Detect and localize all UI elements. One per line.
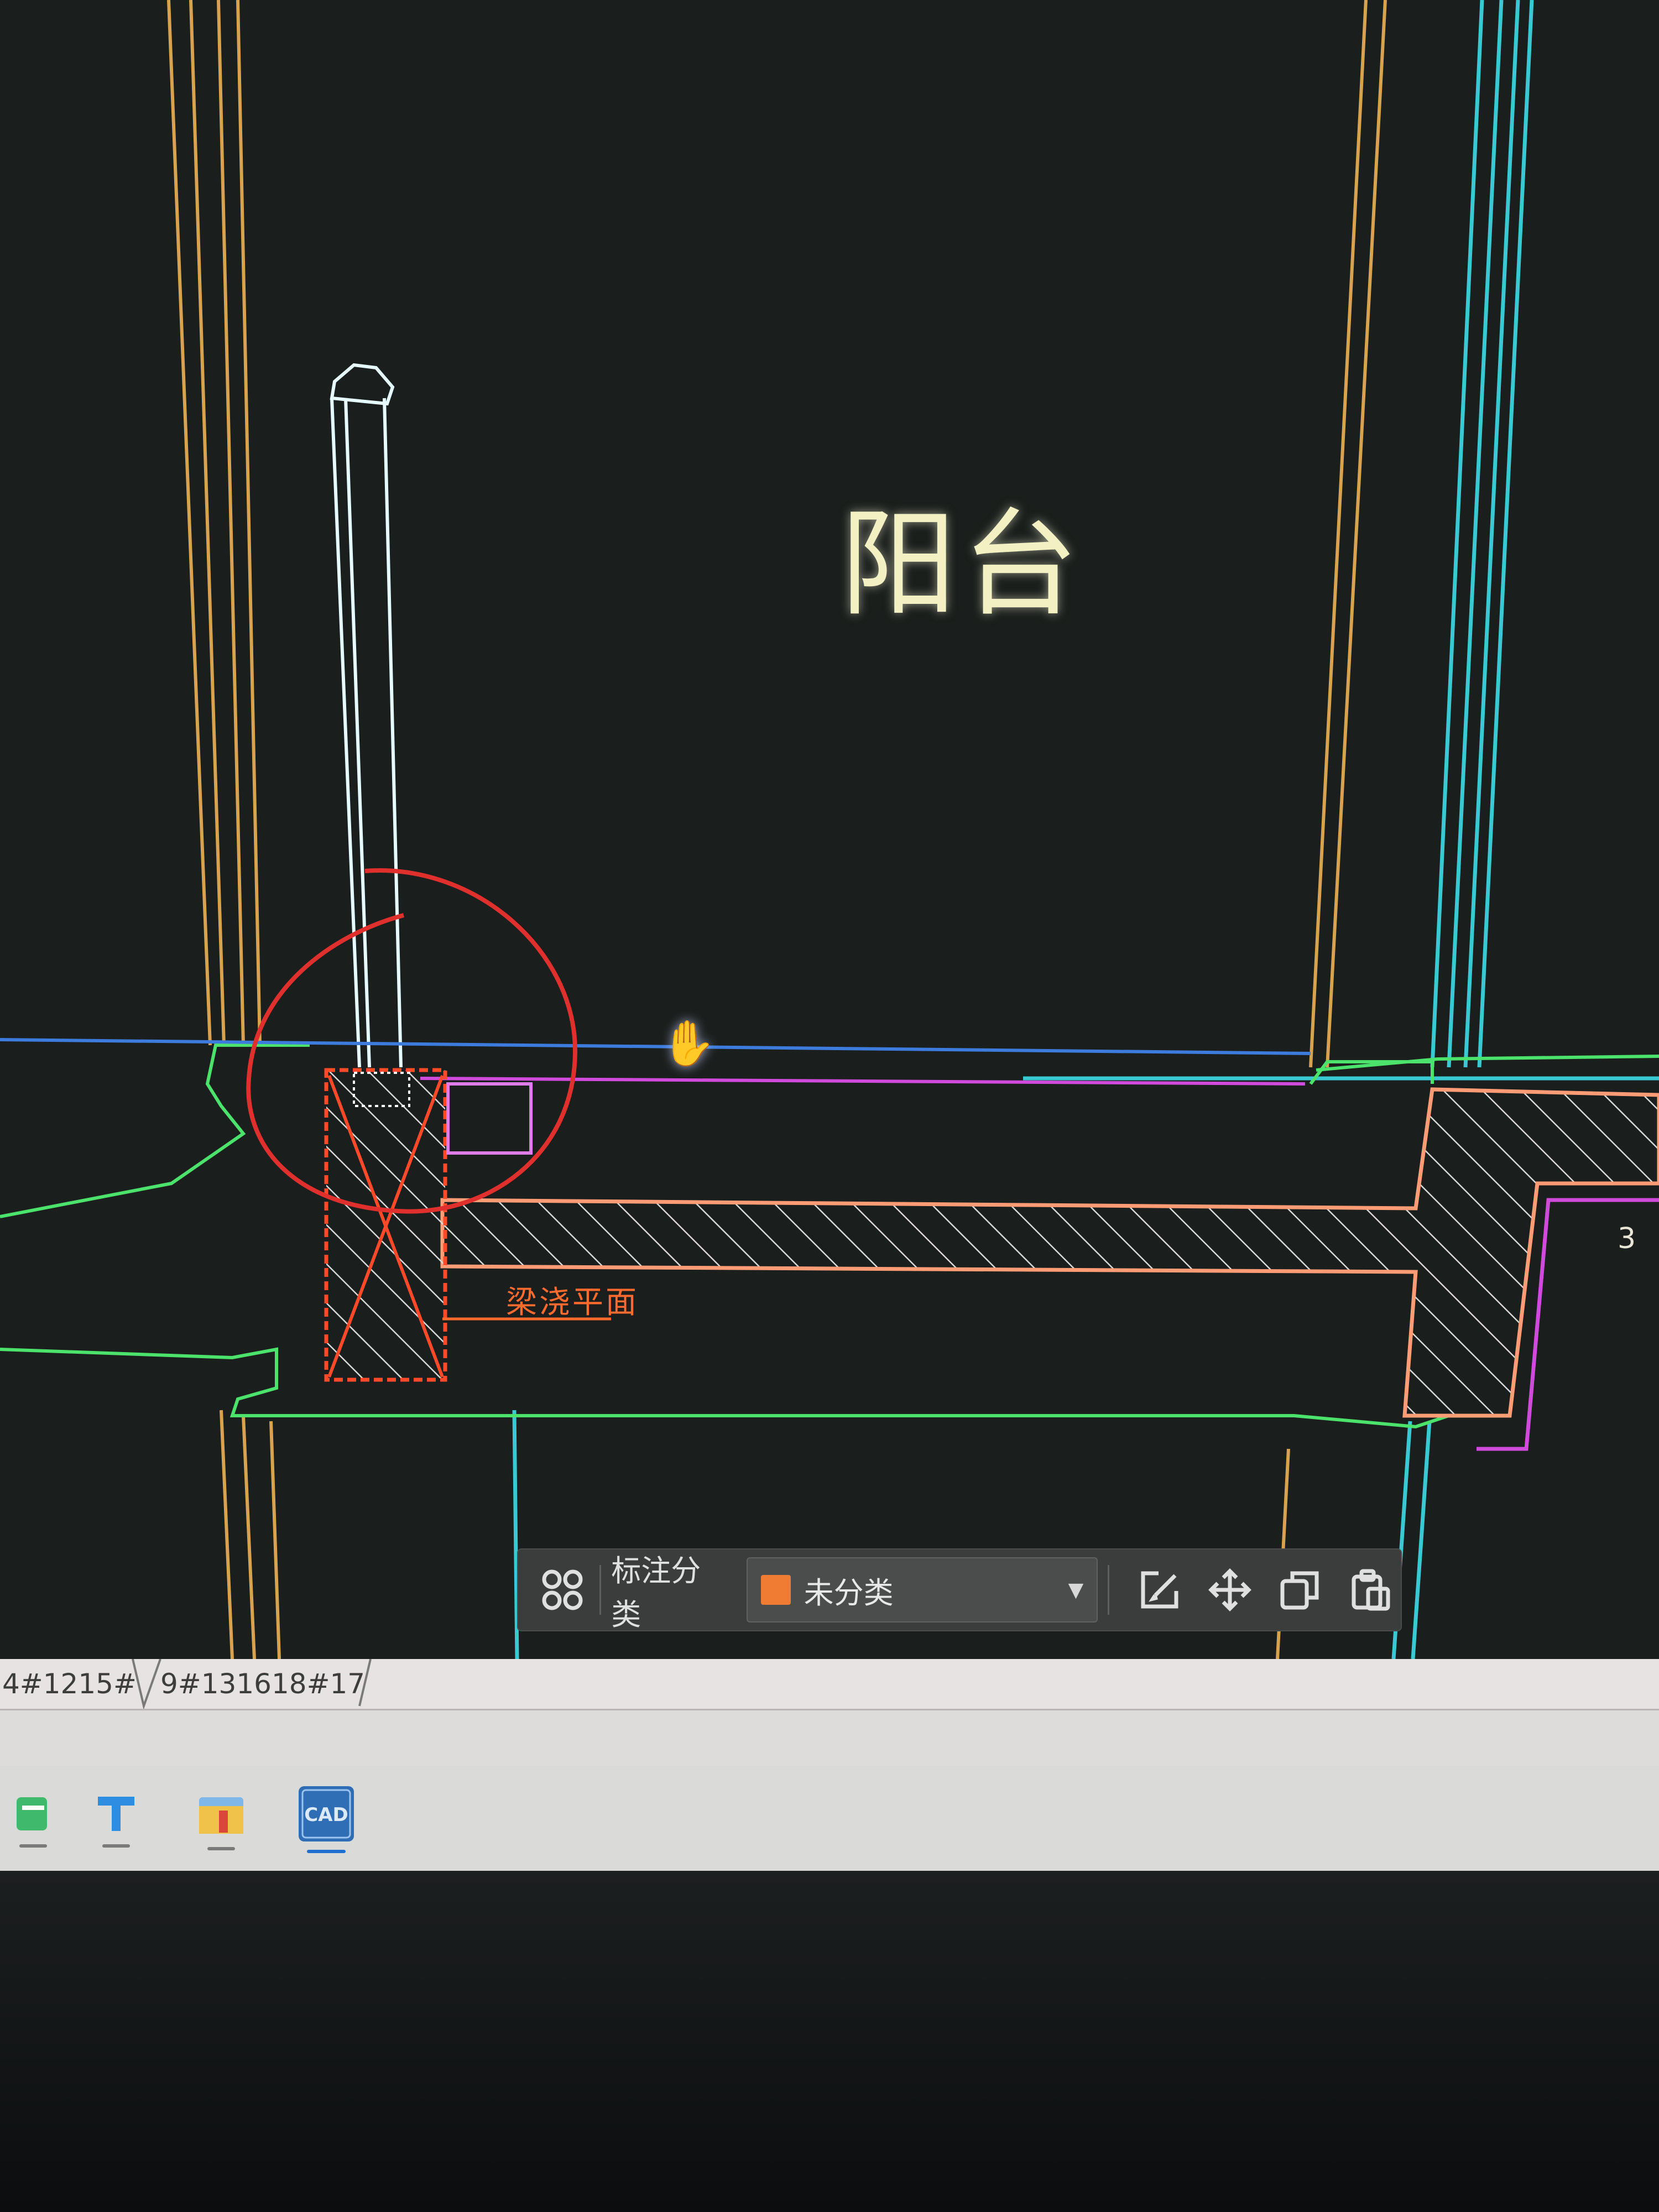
green-app-icon[interactable] [0, 1780, 66, 1857]
pan-hand-cursor-icon: ✋ [661, 1018, 716, 1069]
layout-tab-strip: 4#1215# 9#131618#17 [0, 1659, 1659, 1710]
running-indicator [207, 1847, 235, 1850]
cad-app-label: CAD [304, 1804, 348, 1826]
cad-app-icon: CAD [299, 1786, 354, 1841]
grid-icon[interactable] [535, 1562, 589, 1618]
text-app-icon [98, 1797, 134, 1831]
running-indicator [307, 1850, 346, 1853]
tab-divider [358, 1659, 372, 1707]
drawing-linework [0, 0, 1659, 1659]
layout-tab[interactable]: 9#131618#17 [160, 1659, 382, 1709]
copy-icon[interactable] [1270, 1559, 1331, 1620]
side-mark-text: 3 [1618, 1222, 1636, 1255]
cad-drawing-canvas[interactable]: 阳台 梁浇平面 3 ✋ 标注分类 未分类 ▼ [0, 0, 1659, 1659]
paste-icon[interactable] [1340, 1559, 1401, 1620]
toolbar-separator [599, 1565, 602, 1615]
tab-divider [132, 1659, 161, 1709]
running-indicator [102, 1844, 130, 1848]
green-app-icon [17, 1797, 47, 1830]
edit-icon[interactable] [1129, 1559, 1190, 1620]
move-icon[interactable] [1199, 1559, 1260, 1620]
folder-app-icon[interactable] [188, 1780, 254, 1857]
command-line-bar[interactable] [0, 1710, 1659, 1766]
folder-app-icon [199, 1797, 243, 1834]
monitor-bezel [0, 1871, 1659, 2212]
toolbar-separator [1108, 1565, 1110, 1615]
taskbar: CAD [0, 1766, 1659, 1872]
text-app-icon[interactable] [83, 1780, 149, 1857]
annotation-text: 梁浇平面 [506, 1285, 639, 1321]
toolbar-label: 标注分类 [611, 1553, 701, 1632]
layout-tab[interactable]: 4#1215# [2, 1659, 140, 1709]
running-indicator [19, 1844, 47, 1848]
category-value: 未分类 [804, 1575, 894, 1610]
annotation-toolbar: 标注分类 未分类 ▼ [517, 1548, 1402, 1632]
room-label: 阳台 [841, 497, 1084, 632]
cad-app-icon[interactable]: CAD [293, 1780, 359, 1857]
category-color-swatch [760, 1575, 791, 1605]
chevron-down-icon: ▼ [1068, 1578, 1084, 1601]
category-dropdown[interactable]: 未分类 ▼ [746, 1557, 1098, 1623]
